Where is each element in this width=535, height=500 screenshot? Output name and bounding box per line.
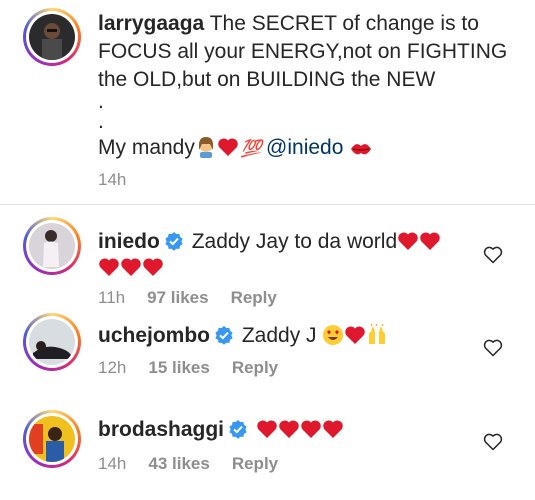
comment-likes[interactable]: 97 likes — [147, 288, 208, 307]
comment-meta: 14h 43 likes Reply — [98, 454, 300, 474]
post-caption-text: The SECRET of change is to — [209, 12, 479, 35]
heart-icon — [98, 257, 120, 285]
heart-icon — [120, 257, 142, 285]
post-caption-line1: larrygaaga The SECRET of change is to — [98, 10, 479, 38]
kiss-mark-icon — [349, 138, 373, 166]
comment-avatar-brodashaggi[interactable] — [23, 410, 81, 468]
verified-badge-icon — [164, 231, 184, 259]
raised-hands-icon — [366, 323, 388, 354]
comment-avatar-uchejombo[interactable] — [23, 313, 81, 371]
comment-time: 12h — [98, 358, 127, 377]
post-caption-prefix: My mandy — [98, 136, 195, 159]
comment-meta: 11h 97 likes Reply — [98, 288, 299, 308]
comment-meta: 12h 15 likes Reply — [98, 358, 300, 378]
post-caption-line2: FOCUS all your ENERGY,not on FIGHTING — [98, 40, 508, 63]
post-mention[interactable]: @iniedo — [266, 136, 343, 159]
post-caption-line3: the OLD,but on BUILDING the NEW — [98, 68, 436, 91]
like-heart-outline-icon[interactable] — [483, 432, 503, 452]
comment-likes[interactable]: 15 likes — [148, 358, 209, 377]
comment-time: 11h — [98, 288, 126, 307]
reply-button[interactable]: Reply — [231, 288, 277, 307]
hundred-emoji: 💯 — [240, 139, 263, 158]
heart-icon — [217, 137, 239, 165]
comment-time: 14h — [98, 454, 127, 473]
post-username[interactable]: larrygaaga — [98, 12, 204, 35]
woman-emoji-icon — [195, 136, 217, 166]
comment-uchejombo: uchejombo Zaddy J — [98, 322, 388, 354]
like-heart-outline-icon[interactable] — [483, 245, 503, 265]
comment-username[interactable]: brodashaggi — [98, 418, 224, 441]
heart-icon — [322, 419, 344, 447]
comment-likes[interactable]: 43 likes — [148, 454, 209, 473]
comment-username[interactable]: iniedo — [98, 230, 160, 253]
comment-text: Zaddy Jay to da world — [191, 230, 398, 253]
comment-avatar-iniedo[interactable] — [23, 217, 81, 275]
comment-username[interactable]: uchejombo — [98, 324, 210, 347]
post-caption-line4: My mandy 💯 @iniedo — [98, 134, 373, 166]
verified-badge-icon — [228, 419, 248, 447]
post-author-avatar[interactable] — [23, 8, 81, 66]
heart-icon — [419, 231, 441, 259]
smiling-heart-eyes-icon — [322, 324, 344, 354]
heart-icon — [397, 231, 419, 259]
like-heart-outline-icon[interactable] — [483, 338, 503, 358]
comment-text: Zaddy J — [241, 324, 317, 347]
heart-icon — [344, 325, 366, 353]
reply-button[interactable]: Reply — [232, 358, 278, 377]
reply-button[interactable]: Reply — [232, 454, 278, 473]
section-divider — [0, 204, 535, 205]
heart-icon — [142, 257, 164, 285]
verified-badge-icon — [214, 325, 234, 353]
heart-icon — [256, 419, 278, 447]
post-caption-dot2: . — [98, 110, 104, 133]
heart-icon — [300, 419, 322, 447]
comment-hearts-line2 — [98, 254, 164, 285]
heart-icon — [278, 419, 300, 447]
post-timestamp: 14h — [98, 170, 127, 189]
comment-brodashaggi: brodashaggi — [98, 416, 344, 447]
